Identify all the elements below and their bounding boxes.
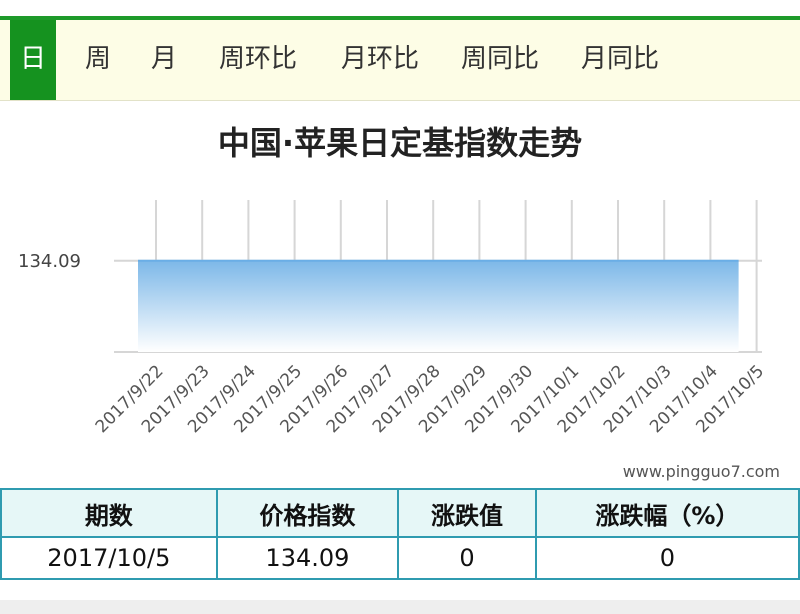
cell-period: 2017/10/5 bbox=[0, 536, 218, 580]
cell-change-percent: 0 bbox=[534, 536, 800, 580]
area-series bbox=[138, 260, 739, 352]
index-trend-chart: 134.092017/9/222017/9/232017/9/242017/9/… bbox=[18, 200, 768, 437]
watermark: www.pingguo7.com bbox=[622, 462, 780, 481]
header-price-index: 价格指数 bbox=[215, 488, 400, 538]
cell-change-value: 0 bbox=[397, 536, 537, 580]
y-tick-label: 134.09 bbox=[18, 251, 81, 272]
table-header-row: 期数 价格指数 涨跌值 涨跌幅（%） bbox=[0, 488, 800, 538]
index-table: 期数 价格指数 涨跌值 涨跌幅（%） 2017/10/5 134.09 0 0 bbox=[0, 488, 800, 580]
cell-price-index: 134.09 bbox=[215, 536, 400, 580]
header-change-percent: 涨跌幅（%） bbox=[534, 488, 800, 538]
header-change-value: 涨跌值 bbox=[397, 488, 537, 538]
bottom-bar bbox=[0, 600, 800, 614]
header-period: 期数 bbox=[0, 488, 218, 538]
table-row: 2017/10/5 134.09 0 0 bbox=[0, 536, 800, 580]
